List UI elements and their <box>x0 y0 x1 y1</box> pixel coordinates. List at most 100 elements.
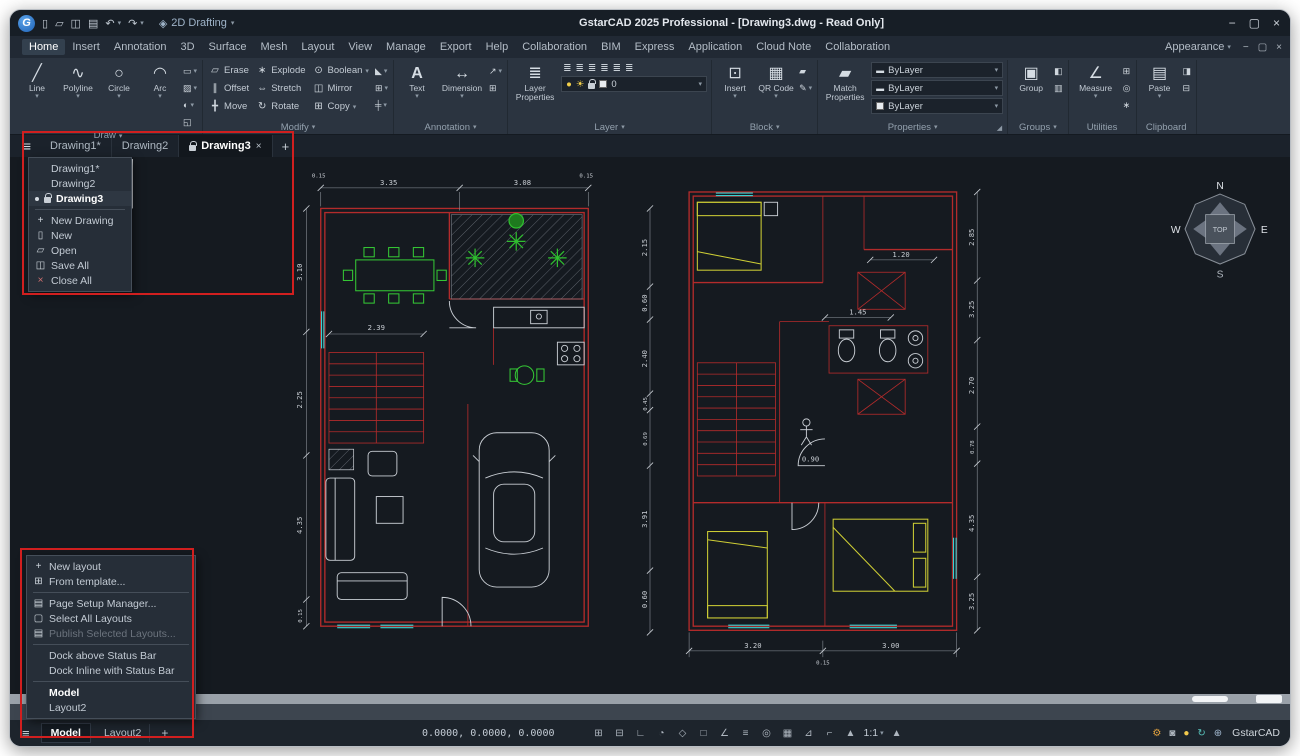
scrollbar-thumb[interactable] <box>1192 696 1228 702</box>
model-tab[interactable]: Model <box>41 723 91 743</box>
tab-export[interactable]: Export <box>433 39 479 55</box>
snap-mode-icon[interactable]: ⊟ <box>611 728 627 739</box>
modify-panel-footer[interactable]: Modify▾ <box>207 120 389 134</box>
menu-item-drawing2[interactable]: Drawing2 <box>29 176 131 191</box>
measure-button[interactable]: ∠ Measure ▾ <box>1073 62 1119 101</box>
object-snap-tracking-icon[interactable]: ∠ <box>716 728 732 739</box>
group-button[interactable]: ▣ Group <box>1012 62 1050 93</box>
redo-caret-icon[interactable]: ▾ <box>140 19 144 27</box>
table-button[interactable]: ⊞ <box>488 80 503 96</box>
match-properties-button[interactable]: ▰ Match Properties <box>822 62 868 103</box>
undo-icon[interactable]: ↶ <box>105 17 114 30</box>
print-icon[interactable]: ▤ <box>88 17 98 30</box>
polyline-button[interactable]: ∿ Polyline ▾ <box>59 62 97 101</box>
color-dropdown[interactable]: ByLayer ▾ <box>871 98 1003 114</box>
polar-tracking-icon[interactable]: ◔ <box>653 728 669 739</box>
workspace-switcher[interactable]: ◈ 2D Drafting ▾ <box>159 17 235 30</box>
text-button[interactable]: A Text ▾ <box>398 62 436 101</box>
layer-panel-footer[interactable]: Layer▾ <box>512 120 707 134</box>
trim-button[interactable]: ╪▾ <box>374 97 389 113</box>
menu-item-model[interactable]: Model <box>27 685 195 700</box>
new-drawing-tab-button[interactable]: + <box>273 135 299 157</box>
tab-help[interactable]: Help <box>479 39 516 55</box>
appearance-menu[interactable]: Appearance ▾ <box>1165 41 1231 53</box>
menu-item-page-setup[interactable]: ▤Page Setup Manager... <box>27 596 195 611</box>
tab-3d[interactable]: 3D <box>173 39 201 55</box>
view-compass[interactable]: TOP N S W E <box>1171 181 1268 280</box>
isometric-drafting-icon[interactable]: ◇ <box>674 728 690 739</box>
properties-dialog-launcher-icon[interactable]: ◢ <box>997 124 1002 132</box>
draw-panel-footer[interactable]: Draw▾ <box>18 130 198 141</box>
ungroup-button[interactable]: ◧ <box>1053 63 1064 79</box>
layer-off-button[interactable]: ≣ <box>613 63 621 74</box>
group-edit-button[interactable]: ▥ <box>1053 80 1064 96</box>
tab-annotation[interactable]: Annotation <box>107 39 174 55</box>
layout-bar-menu-button[interactable]: ≡ <box>16 726 36 741</box>
lineweight-dropdown[interactable]: ▬ ByLayer ▾ <box>871 80 1003 96</box>
undo-caret-icon[interactable]: ▾ <box>118 19 122 27</box>
region-button[interactable]: ◱ <box>182 114 198 130</box>
tab-bim[interactable]: BIM <box>594 39 628 55</box>
dimension-button[interactable]: ↔ Dimension ▾ <box>439 62 485 101</box>
close-tab-icon[interactable]: × <box>256 141 262 152</box>
tab-mesh[interactable]: Mesh <box>253 39 294 55</box>
status-bulb-icon[interactable]: ● <box>1183 728 1189 739</box>
drawing-canvas[interactable]: 0.15 3.35 3.08 0.15 3.10 2.25 4.35 0.15 … <box>10 157 1290 694</box>
tab-collaboration[interactable]: Collaboration <box>515 39 594 55</box>
block-editor-button[interactable]: ▰ <box>798 63 813 79</box>
layer-prev-button[interactable]: ≣ <box>588 63 596 74</box>
cut-button[interactable]: ◨ <box>1182 63 1193 79</box>
fillet-button[interactable]: ◣▾ <box>374 63 389 79</box>
add-layout-button[interactable]: + <box>155 726 174 740</box>
menu-item-layout2[interactable]: Layout2 <box>27 700 195 715</box>
properties-panel-footer[interactable]: Properties▾ ◢ <box>822 120 1003 134</box>
attribute-button[interactable]: ✎▾ <box>798 80 813 96</box>
layer-select-dropdown[interactable]: ● ☀ 0 ▾ <box>561 76 707 92</box>
menu-item-from-template[interactable]: ⊞From template... <box>27 574 195 589</box>
open-folder-icon[interactable]: ▱ <box>55 17 63 30</box>
dynamic-input-icon[interactable]: ⌐ <box>821 728 837 739</box>
id-point-button[interactable]: ◎ <box>1122 80 1132 96</box>
copy-button[interactable]: ⊞Copy▾ <box>311 98 371 115</box>
paste-button[interactable]: ▤ Paste ▾ <box>1141 62 1179 101</box>
layer-match-button[interactable]: ≣ <box>575 63 583 74</box>
menu-item-new-layout[interactable]: +New layout <box>27 559 195 574</box>
redo-icon[interactable]: ↷ <box>128 17 137 30</box>
leader-button[interactable]: ↗▾ <box>488 63 503 79</box>
stretch-button[interactable]: ⇔Stretch <box>254 80 307 97</box>
boolean-button[interactable]: ⊙Boolean▾ <box>311 62 371 79</box>
groups-panel-footer[interactable]: Groups▾ <box>1012 120 1064 134</box>
settings-gear-icon[interactable]: ⚙ <box>1152 728 1161 739</box>
annotation-scale-icon[interactable]: ▲ <box>842 728 858 739</box>
selection-cycling-icon[interactable]: ▦ <box>779 728 795 739</box>
menu-item-new-drawing[interactable]: +New Drawing <box>29 213 131 228</box>
annotation-visibility-icon[interactable]: ▲ <box>889 728 905 739</box>
mirror-button[interactable]: ◫Mirror <box>311 80 371 97</box>
block-panel-footer[interactable]: Block▾ <box>716 120 813 134</box>
rectangle-button[interactable]: ▭▾ <box>182 63 198 79</box>
save-icon[interactable]: ◫ <box>71 17 81 30</box>
point-button[interactable]: ∗ <box>1122 97 1132 113</box>
menu-item-new[interactable]: ▯New <box>29 228 131 243</box>
menu-item-dock-above[interactable]: Dock above Status Bar <box>27 648 195 663</box>
doc-minimize-button[interactable]: − <box>1243 42 1249 53</box>
tab-cloud-note[interactable]: Cloud Note <box>749 39 818 55</box>
insert-button[interactable]: ⊡ Insert ▾ <box>716 62 754 101</box>
quick-calculator-button[interactable]: ⊞ <box>1122 63 1132 79</box>
annotation-scale-control[interactable]: 1:1 ▾ <box>863 727 883 739</box>
layout2-tab[interactable]: Layout2 <box>96 724 150 742</box>
floor-plan-drawing[interactable]: 0.15 3.35 3.08 0.15 3.10 2.25 4.35 0.15 … <box>10 157 1290 694</box>
scrollbar-corner-button[interactable] <box>1256 695 1282 703</box>
gradient-button[interactable]: ◐▾ <box>182 97 198 113</box>
clipboard-panel-footer[interactable]: Clipboard <box>1141 120 1193 134</box>
grid-icon[interactable]: ⊞ <box>590 728 606 739</box>
rotate-button[interactable]: ↻Rotate <box>254 98 307 115</box>
minimize-button[interactable]: − <box>1229 16 1236 30</box>
move-button[interactable]: ╋Move <box>207 98 251 115</box>
tab-surface[interactable]: Surface <box>202 39 254 55</box>
menu-item-drawing1[interactable]: Drawing1* <box>29 161 131 176</box>
restore-button[interactable]: ▢ <box>1249 16 1260 30</box>
tab-insert[interactable]: Insert <box>65 39 107 55</box>
utilities-panel-footer[interactable]: Utilities <box>1073 120 1132 134</box>
offset-button[interactable]: ∥Offset <box>207 80 251 97</box>
